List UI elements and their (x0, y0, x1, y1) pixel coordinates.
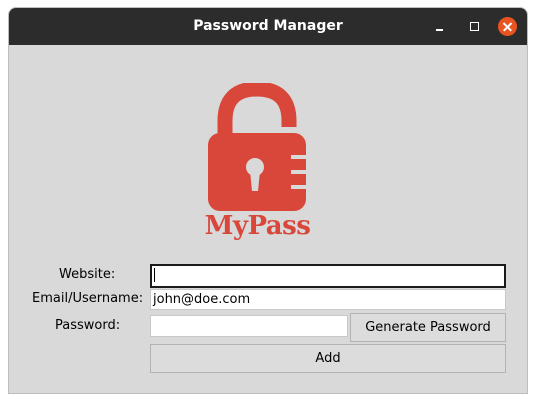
generate-password-button[interactable]: Generate Password (350, 313, 506, 342)
text-caret (154, 268, 155, 282)
minimize-icon[interactable] (430, 17, 449, 36)
generate-password-label: Generate Password (365, 320, 491, 335)
title-bar[interactable]: Password Manager (9, 8, 527, 45)
maximize-icon[interactable] (465, 17, 484, 36)
app-window: Password Manager MyPass Website: Email/U… (9, 8, 527, 393)
email-input-value: john@doe.com (153, 292, 251, 307)
password-input[interactable] (150, 315, 348, 337)
add-button-label: Add (315, 351, 341, 366)
add-button[interactable]: Add (150, 344, 506, 373)
unlocked-padlock-icon (208, 83, 306, 211)
window-title: Password Manager (193, 18, 343, 34)
email-input[interactable]: john@doe.com (150, 289, 506, 310)
website-label: Website: (59, 267, 116, 282)
password-label: Password: (55, 318, 121, 333)
mypass-logo: MyPass (195, 83, 320, 248)
email-label: Email/Username: (32, 291, 144, 306)
logo-text: MyPass (204, 211, 311, 241)
website-input[interactable] (150, 264, 506, 288)
close-icon[interactable] (498, 17, 517, 36)
